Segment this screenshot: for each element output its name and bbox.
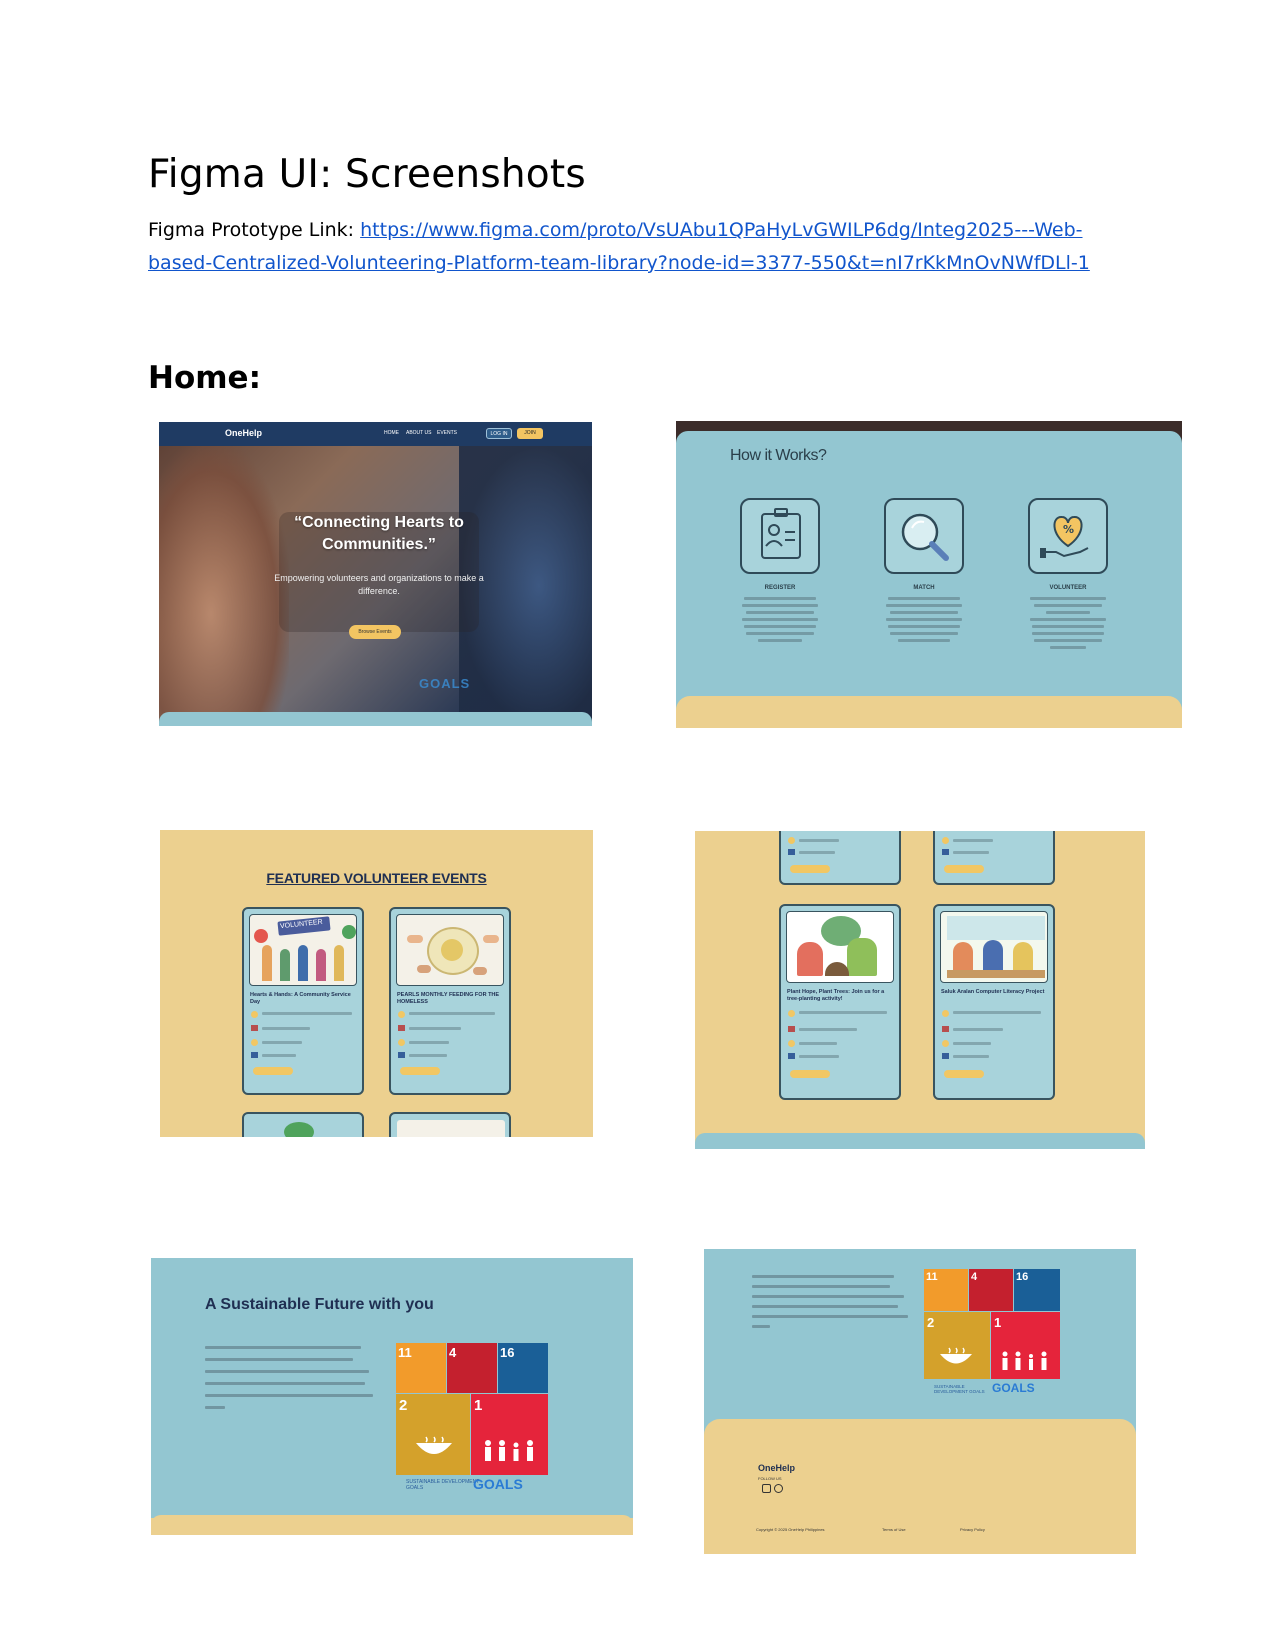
document-title: Figma UI: Screenshots — [148, 152, 586, 197]
volunteer-step-icon: % — [1028, 498, 1108, 574]
bowl-icon — [940, 1347, 972, 1364]
event-card[interactable]: VOLUNTEER Hearts & Hands: A Community Se… — [242, 907, 364, 1095]
magnifier-icon — [901, 513, 949, 561]
instagram-icon[interactable] — [774, 1484, 783, 1493]
hero-photo-shade-left — [159, 446, 289, 726]
event-card-partial[interactable] — [389, 1112, 511, 1137]
nav-events[interactable]: EVENTS — [437, 430, 457, 436]
screenshot-more-events: Plant Hope, Plant Trees: Join us for a t… — [695, 831, 1145, 1149]
browse-events-button[interactable]: Browse Events — [349, 625, 401, 639]
footer-brand: OneHelp — [758, 1463, 796, 1473]
register-step-icon — [740, 498, 820, 574]
facebook-icon[interactable] — [762, 1484, 771, 1493]
join-event-button[interactable] — [790, 865, 830, 873]
event-card-title: PEARLS MONTHLY FEEDING FOR THE HOMELESS — [397, 992, 500, 1005]
event-card-title: Plant Hope, Plant Trees: Join us for a t… — [787, 989, 885, 1002]
event-card-partial[interactable] — [242, 1112, 364, 1137]
sdg-tile-4: 4 — [447, 1343, 497, 1393]
screenshot-hero: OneHelp HOME ABOUT US EVENTS LOG IN JOIN… — [159, 422, 592, 726]
sdg-tile-11: 11 — [396, 1343, 446, 1393]
screenshot-featured-events: FEATURED VOLUNTEER EVENTS VOLUNTEER Hear… — [160, 830, 593, 1137]
join-event-button[interactable] — [944, 1070, 984, 1078]
event-card-title: Hearts & Hands: A Community Service Day — [250, 992, 351, 1005]
sustainable-title: A Sustainable Future with you — [205, 1296, 434, 1313]
sdg-tile-4: 4 — [969, 1269, 1013, 1311]
id-card-icon — [761, 508, 801, 559]
event-card-partial[interactable] — [779, 831, 901, 885]
join-event-button[interactable] — [253, 1067, 293, 1075]
sdg-tile-11: 11 — [924, 1269, 968, 1311]
hero-headline: “Connecting Hearts to Communities.” — [294, 514, 464, 553]
how-panel: How it Works? REGISTER MATCH % VOLUNTEER — [676, 431, 1182, 728]
footer-follow-label: FOLLOW US — [758, 1476, 782, 1481]
sdg-tile-16: 16 — [1014, 1269, 1060, 1311]
heart-hand-icon: % — [1040, 516, 1089, 558]
join-event-button[interactable] — [790, 1070, 830, 1078]
sdg-tile-16: 16 — [498, 1343, 548, 1393]
event-card-image — [396, 914, 504, 986]
sustainable-bottom-edge — [151, 1515, 633, 1535]
featured-title: FEATURED VOLUNTEER EVENTS — [266, 870, 487, 886]
event-card-image — [940, 911, 1048, 983]
screenshot-footer: 11 4 16 2 1 SUSTAINABLE DEVELOPMENT GOAL… — [704, 1249, 1136, 1554]
screenshot-how-it-works: How it Works? REGISTER MATCH % VOLUNTEER — [676, 421, 1182, 728]
footer-terms-link[interactable]: Terms of Use — [882, 1527, 906, 1532]
hero-sdg-watermark: GOALS — [419, 676, 471, 691]
sustainable-panel: A Sustainable Future with you 11 4 16 2 … — [151, 1258, 633, 1518]
step-register-label: REGISTER — [764, 585, 796, 591]
event-card[interactable]: Saluk Aralan Computer Literacy Project — [933, 904, 1055, 1100]
footer-panel: OneHelp FOLLOW US Copyright © 2025 OneHe… — [704, 1419, 1136, 1554]
more-events-bottom-edge — [695, 1133, 1145, 1149]
hero-navbar: OneHelp HOME ABOUT US EVENTS LOG IN JOIN — [159, 422, 592, 446]
sdg-goals-word: GOALS — [473, 1476, 523, 1492]
prototype-link-line1: https://www.figma.com/proto/VsUAbu1QPaHy… — [360, 219, 1083, 241]
svg-text:%: % — [1063, 523, 1074, 536]
section-title-home: Home: — [148, 360, 261, 396]
hero-brand: OneHelp — [225, 428, 263, 438]
event-card-partial[interactable] — [933, 831, 1055, 885]
sdg-tiles: 11 4 16 2 1 — [396, 1343, 548, 1475]
join-event-button[interactable] — [400, 1067, 440, 1075]
hero-bottom-edge — [159, 712, 592, 726]
login-button[interactable]: LOG IN — [486, 428, 512, 439]
footer-privacy-link[interactable]: Privacy Policy — [960, 1527, 985, 1532]
event-card[interactable]: PEARLS MONTHLY FEEDING FOR THE HOMELESS — [389, 907, 511, 1095]
prototype-link-paragraph: Figma Prototype Link: https://www.figma.… — [148, 214, 1148, 280]
screenshot-sustainable-future: A Sustainable Future with you 11 4 16 2 … — [151, 1258, 633, 1535]
event-card-image — [786, 911, 894, 983]
nav-about[interactable]: ABOUT US — [406, 430, 431, 436]
family-icon — [485, 1440, 533, 1461]
step-volunteer-label: VOLUNTEER — [1049, 585, 1087, 591]
prototype-link-label: Figma Prototype Link: — [148, 219, 361, 241]
prototype-link-line2: based-Centralized-Volunteering-Platform-… — [148, 252, 1090, 274]
family-icon — [1002, 1351, 1047, 1370]
event-card[interactable]: Plant Hope, Plant Trees: Join us for a t… — [779, 904, 901, 1100]
join-event-button[interactable] — [944, 865, 984, 873]
sdg-logo-text: SUSTAINABLE DEVELOPMENT GOALS — [934, 1384, 985, 1394]
footer-copyright: Copyright © 2025 OneHelp Philippines — [756, 1527, 825, 1532]
event-card-image: VOLUNTEER — [249, 914, 357, 986]
event-card-title: Saluk Aralan Computer Literacy Project — [941, 989, 1045, 995]
sdg-goals-word: GOALS — [992, 1381, 1035, 1395]
how-bottom-edge — [676, 696, 1182, 728]
nav-home[interactable]: HOME — [384, 430, 399, 436]
sdg-tiles: 11 4 16 2 1 — [924, 1269, 1060, 1379]
step-match-label: MATCH — [913, 585, 935, 591]
hero-subhead: Empowering volunteers and organizations … — [274, 573, 484, 596]
join-button[interactable]: JOIN — [517, 428, 543, 439]
match-step-icon — [884, 498, 964, 574]
how-title: How it Works? — [730, 447, 827, 464]
bowl-icon — [416, 1436, 452, 1454]
